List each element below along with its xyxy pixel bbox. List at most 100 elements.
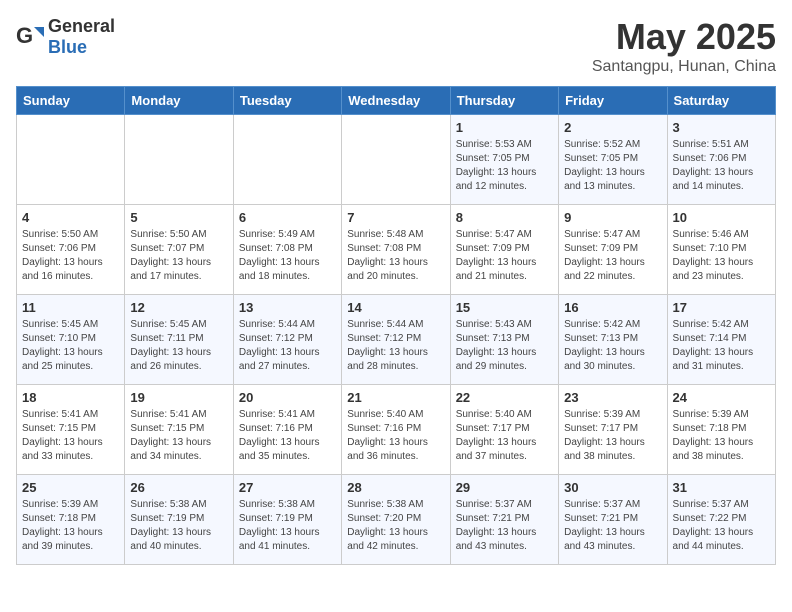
header-day-thursday: Thursday [450,87,558,115]
calendar-cell: 20Sunrise: 5:41 AM Sunset: 7:16 PM Dayli… [233,385,341,475]
day-info: Sunrise: 5:39 AM Sunset: 7:18 PM Dayligh… [673,408,770,464]
subtitle: Santangpu, Hunan, China [592,58,776,76]
day-number: 17 [673,300,770,315]
week-row-2: 4Sunrise: 5:50 AM Sunset: 7:06 PM Daylig… [17,205,776,295]
day-info: Sunrise: 5:38 AM Sunset: 7:19 PM Dayligh… [239,498,336,554]
day-number: 11 [22,300,119,315]
calendar-cell: 29Sunrise: 5:37 AM Sunset: 7:21 PM Dayli… [450,475,558,565]
day-number: 21 [347,390,444,405]
header-day-sunday: Sunday [17,87,125,115]
logo-icon: G [16,23,44,51]
day-info: Sunrise: 5:50 AM Sunset: 7:07 PM Dayligh… [130,228,227,284]
calendar-cell: 2Sunrise: 5:52 AM Sunset: 7:05 PM Daylig… [559,115,667,205]
header-day-monday: Monday [125,87,233,115]
week-row-5: 25 Sunrise: 5:39 AM Sunset: 7:18 PM Dayli… [17,475,776,565]
day-number: 27 [239,480,336,495]
calendar-cell: 16 Sunrise: 5:42 AM Sunset: 7:13 PM Dayli… [559,295,667,385]
day-info: Sunrise: 5:53 AM Sunset: 7:05 PM Dayligh… [456,138,553,194]
day-number: 29 [456,480,553,495]
day-info: Sunrise: 5:40 AM Sunset: 7:17 PM Dayligh… [456,408,553,464]
day-number: 14 [347,300,444,315]
day-number: 18 [22,390,119,405]
day-number: 16 [564,300,661,315]
calendar-cell: 3 Sunrise: 5:51 AM Sunset: 7:06 PM Daylig… [667,115,775,205]
day-info: Sunrise: 5:41 AM Sunset: 7:16 PM Dayligh… [239,408,336,464]
day-info: Sunrise: 5:40 AM Sunset: 7:16 PM Dayligh… [347,408,444,464]
calendar-cell: 26 Sunrise: 5:38 AM Sunset: 7:19 PM Dayli… [125,475,233,565]
title-area: May 2025 Santangpu, Hunan, China [592,16,776,76]
header: G General Blue May 2025 Santangpu, Hunan… [16,16,776,76]
day-number: 28 [347,480,444,495]
calendar-cell: 8 Sunrise: 5:47 AM Sunset: 7:09 PM Daylig… [450,205,558,295]
calendar-cell: 7Sunrise: 5:48 AM Sunset: 7:08 PM Daylig… [342,205,450,295]
logo-general: General [48,16,115,36]
day-number: 3 [673,120,770,135]
calendar-cell: 5 Sunrise: 5:50 AM Sunset: 7:07 PM Daylig… [125,205,233,295]
calendar-cell: 27 Sunrise: 5:38 AM Sunset: 7:19 PM Dayli… [233,475,341,565]
calendar-cell: 15 Sunrise: 5:43 AM Sunset: 7:13 PM Dayli… [450,295,558,385]
day-info: Sunrise: 5:44 AM Sunset: 7:12 PM Dayligh… [239,318,336,374]
day-info: Sunrise: 5:44 AM Sunset: 7:12 PM Dayligh… [347,318,444,374]
calendar-cell: 21 Sunrise: 5:40 AM Sunset: 7:16 PM Dayli… [342,385,450,475]
header-day-tuesday: Tuesday [233,87,341,115]
day-info: Sunrise: 5:49 AM Sunset: 7:08 PM Dayligh… [239,228,336,284]
day-info: Sunrise: 5:39 AM Sunset: 7:17 PM Dayligh… [564,408,661,464]
day-info: Sunrise: 5:45 AM Sunset: 7:10 PM Dayligh… [22,318,119,374]
day-info: Sunrise: 5:38 AM Sunset: 7:20 PM Dayligh… [347,498,444,554]
day-info: Sunrise: 5:39 AM Sunset: 7:18 PM Dayligh… [22,498,119,554]
calendar-body: 1 Sunrise: 5:53 AM Sunset: 7:05 PM Daylig… [17,115,776,565]
calendar-header: SundayMondayTuesdayWednesdayThursdayFrid… [17,87,776,115]
day-info: Sunrise: 5:37 AM Sunset: 7:21 PM Dayligh… [564,498,661,554]
day-number: 23 [564,390,661,405]
calendar-cell: 11 Sunrise: 5:45 AM Sunset: 7:10 PM Dayli… [17,295,125,385]
day-number: 15 [456,300,553,315]
day-number: 8 [456,210,553,225]
calendar-cell: 13Sunrise: 5:44 AM Sunset: 7:12 PM Dayli… [233,295,341,385]
day-number: 26 [130,480,227,495]
day-number: 31 [673,480,770,495]
day-number: 1 [456,120,553,135]
day-info: Sunrise: 5:46 AM Sunset: 7:10 PM Dayligh… [673,228,770,284]
day-number: 10 [673,210,770,225]
calendar-cell: 25 Sunrise: 5:39 AM Sunset: 7:18 PM Dayli… [17,475,125,565]
day-info: Sunrise: 5:45 AM Sunset: 7:11 PM Dayligh… [130,318,227,374]
svg-text:G: G [16,23,33,48]
calendar-cell: 28 Sunrise: 5:38 AM Sunset: 7:20 PM Dayli… [342,475,450,565]
day-number: 6 [239,210,336,225]
day-info: Sunrise: 5:38 AM Sunset: 7:19 PM Dayligh… [130,498,227,554]
week-row-1: 1 Sunrise: 5:53 AM Sunset: 7:05 PM Daylig… [17,115,776,205]
day-number: 22 [456,390,553,405]
day-info: Sunrise: 5:51 AM Sunset: 7:06 PM Dayligh… [673,138,770,194]
logo: G General Blue [16,16,115,58]
day-number: 12 [130,300,227,315]
header-day-saturday: Saturday [667,87,775,115]
logo-blue: Blue [48,37,87,57]
calendar-cell: 23 Sunrise: 5:39 AM Sunset: 7:17 PM Dayli… [559,385,667,475]
header-row: SundayMondayTuesdayWednesdayThursdayFrid… [17,87,776,115]
day-info: Sunrise: 5:42 AM Sunset: 7:13 PM Dayligh… [564,318,661,374]
header-day-wednesday: Wednesday [342,87,450,115]
week-row-3: 11 Sunrise: 5:45 AM Sunset: 7:10 PM Dayli… [17,295,776,385]
calendar-cell: 18Sunrise: 5:41 AM Sunset: 7:15 PM Dayli… [17,385,125,475]
header-day-friday: Friday [559,87,667,115]
calendar-cell: 17Sunrise: 5:42 AM Sunset: 7:14 PM Dayli… [667,295,775,385]
calendar-cell: 9Sunrise: 5:47 AM Sunset: 7:09 PM Daylig… [559,205,667,295]
calendar-cell: 12 Sunrise: 5:45 AM Sunset: 7:11 PM Dayli… [125,295,233,385]
calendar-cell: 19 Sunrise: 5:41 AM Sunset: 7:15 PM Dayli… [125,385,233,475]
day-number: 2 [564,120,661,135]
calendar-cell: 4Sunrise: 5:50 AM Sunset: 7:06 PM Daylig… [17,205,125,295]
day-info: Sunrise: 5:47 AM Sunset: 7:09 PM Dayligh… [564,228,661,284]
calendar-cell: 30Sunrise: 5:37 AM Sunset: 7:21 PM Dayli… [559,475,667,565]
day-info: Sunrise: 5:41 AM Sunset: 7:15 PM Dayligh… [130,408,227,464]
day-info: Sunrise: 5:47 AM Sunset: 7:09 PM Dayligh… [456,228,553,284]
day-number: 5 [130,210,227,225]
calendar-cell [342,115,450,205]
day-info: Sunrise: 5:37 AM Sunset: 7:22 PM Dayligh… [673,498,770,554]
day-info: Sunrise: 5:50 AM Sunset: 7:06 PM Dayligh… [22,228,119,284]
calendar-cell [233,115,341,205]
day-info: Sunrise: 5:43 AM Sunset: 7:13 PM Dayligh… [456,318,553,374]
day-info: Sunrise: 5:48 AM Sunset: 7:08 PM Dayligh… [347,228,444,284]
day-number: 19 [130,390,227,405]
day-number: 25 [22,480,119,495]
calendar-cell: 14 Sunrise: 5:44 AM Sunset: 7:12 PM Dayli… [342,295,450,385]
